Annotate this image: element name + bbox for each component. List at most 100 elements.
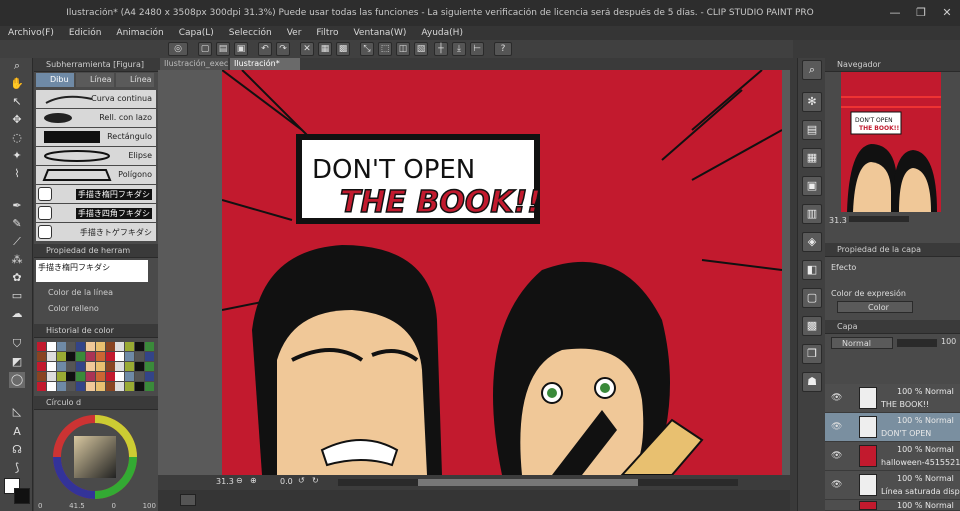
history-swatch[interactable]	[86, 362, 95, 371]
history-swatch[interactable]	[86, 372, 95, 381]
selection-launcher-icon[interactable]: ▧	[414, 42, 428, 56]
open-file-icon[interactable]: ▤	[216, 42, 230, 56]
fill-icon[interactable]: ▩	[336, 42, 350, 56]
material-manga-icon[interactable]: ▥	[802, 204, 822, 224]
history-swatch[interactable]	[125, 342, 135, 351]
history-swatch[interactable]	[135, 372, 144, 381]
history-swatch[interactable]	[144, 342, 154, 351]
history-swatch[interactable]	[76, 342, 86, 351]
material-3d-icon[interactable]: ◈	[802, 232, 822, 252]
frame-tool-icon[interactable]: ◺	[9, 404, 25, 420]
history-swatch[interactable]	[66, 382, 76, 391]
history-swatch[interactable]	[144, 352, 154, 361]
canvas-area[interactable]: DON'T OPEN THE BOOK!!	[158, 70, 790, 475]
history-swatch[interactable]	[125, 362, 135, 371]
subtool-rectangulo[interactable]: Rectángulo	[36, 128, 156, 146]
history-swatch[interactable]	[46, 362, 56, 371]
history-swatch[interactable]	[125, 372, 135, 381]
history-swatch[interactable]	[115, 352, 125, 361]
history-swatch[interactable]	[105, 352, 115, 361]
zoom-tool-icon[interactable]: ⌕	[9, 58, 25, 74]
history-swatch[interactable]	[37, 362, 46, 371]
doc-tab-exec[interactable]: Ilustración_exec	[160, 58, 228, 70]
expression-color-select[interactable]: Color	[837, 301, 913, 313]
invert-selection-icon[interactable]: ◫	[396, 42, 410, 56]
figure-tool-icon[interactable]: ◯	[9, 372, 25, 388]
eye-icon[interactable]: 👁	[831, 480, 842, 490]
ruler-icon[interactable]: ┼	[434, 42, 448, 56]
opacity-value[interactable]: 100	[941, 337, 956, 346]
layer-row[interactable]: 100 % Normal	[825, 500, 960, 511]
menu-animacion[interactable]: Animación	[108, 26, 170, 40]
text-tool-icon[interactable]: A	[9, 424, 25, 440]
rotation-value[interactable]: 0.0	[280, 477, 293, 486]
history-swatch[interactable]	[125, 352, 135, 361]
layer-row[interactable]: 👁 100 % Normal halloween-4515521 - copia	[825, 442, 960, 471]
airbrush-icon[interactable]: ⁂	[9, 252, 25, 268]
deselect-icon[interactable]: ⬚	[378, 42, 392, 56]
navigator-zoom-slider[interactable]	[849, 216, 909, 222]
history-swatch[interactable]	[86, 342, 95, 351]
rotate-left-icon[interactable]: ↺	[298, 476, 305, 485]
history-swatch[interactable]	[37, 342, 46, 351]
menu-ayuda[interactable]: Ayuda(H)	[413, 26, 470, 40]
history-swatch[interactable]	[144, 382, 154, 391]
help-icon[interactable]: ?	[494, 42, 512, 56]
material-effect-icon[interactable]: ◧	[802, 260, 822, 280]
material-background-icon[interactable]: ▩	[802, 316, 822, 336]
history-swatch[interactable]	[66, 362, 76, 371]
brush-tool-icon[interactable]: ⟋	[9, 234, 25, 250]
history-swatch[interactable]	[46, 342, 56, 351]
zoom-in-icon[interactable]: ⊕	[250, 476, 257, 485]
blend-tool-icon[interactable]: ☁	[9, 306, 25, 322]
history-swatch[interactable]	[115, 382, 125, 391]
hand-tool-icon[interactable]: ✋	[9, 76, 25, 92]
history-swatch[interactable]	[125, 382, 135, 391]
history-swatch[interactable]	[95, 382, 105, 391]
snap-icon[interactable]: ⤓	[452, 42, 466, 56]
timeline-icon[interactable]	[180, 494, 196, 506]
subtool-tab-linea-2[interactable]: Línea	[116, 73, 154, 87]
scroll-thumb[interactable]	[418, 479, 638, 486]
navigator-preview[interactable]: DON'T OPEN THE BOOK!!	[841, 72, 941, 212]
history-swatch[interactable]	[135, 362, 144, 371]
history-swatch[interactable]	[56, 382, 66, 391]
lasso-selection-icon[interactable]: ◌	[9, 130, 25, 146]
clear-outside-icon[interactable]: ▦	[318, 42, 332, 56]
history-swatch[interactable]	[105, 362, 115, 371]
opacity-slider[interactable]	[897, 339, 937, 347]
color-wheel[interactable]	[50, 414, 140, 500]
history-swatch[interactable]	[105, 372, 115, 381]
history-swatch[interactable]	[56, 372, 66, 381]
history-swatch[interactable]	[37, 382, 46, 391]
history-swatch[interactable]	[76, 372, 86, 381]
subtool-tab-linea[interactable]: Línea	[76, 73, 114, 87]
history-swatch[interactable]	[115, 362, 125, 371]
menu-seleccion[interactable]: Selección	[221, 26, 279, 40]
history-swatch[interactable]	[95, 372, 105, 381]
close-icon[interactable]: ✕	[934, 0, 960, 26]
rotate-right-icon[interactable]: ↻	[312, 476, 319, 485]
blend-mode-select[interactable]: Normal	[831, 337, 893, 349]
history-swatch[interactable]	[115, 342, 125, 351]
history-swatch[interactable]	[86, 382, 95, 391]
zoom-value[interactable]: 31.3	[216, 477, 234, 486]
pen-tool-icon[interactable]: ✒	[9, 198, 25, 214]
subtool-balloon-spike[interactable]: 手描きトゲフキダシ	[36, 223, 156, 241]
pencil-tool-icon[interactable]: ✎	[9, 216, 25, 232]
save-icon[interactable]: ▣	[234, 42, 248, 56]
correct-line-icon[interactable]: ⟆	[9, 460, 25, 476]
eyedropper-icon[interactable]: ⌇	[9, 166, 25, 182]
menu-edicion[interactable]: Edición	[61, 26, 109, 40]
transform-icon[interactable]: ⤡	[360, 42, 374, 56]
navigator-zoom[interactable]: 31.3	[829, 216, 847, 225]
history-swatch[interactable]	[135, 382, 144, 391]
auto-select-icon[interactable]: ✦	[9, 148, 25, 164]
doc-tab-ilustracion[interactable]: Ilustración*	[230, 58, 300, 70]
subtool-rell-con-lazo[interactable]: Rell. con lazo	[36, 109, 156, 127]
sub-color-swatch[interactable]	[14, 488, 30, 504]
material-character-icon[interactable]: ☗	[802, 372, 822, 392]
menu-capa[interactable]: Capa(L)	[171, 26, 221, 40]
history-swatch[interactable]	[95, 342, 105, 351]
layer-row[interactable]: 👁 100 % Normal Línea saturada dispersa	[825, 471, 960, 500]
